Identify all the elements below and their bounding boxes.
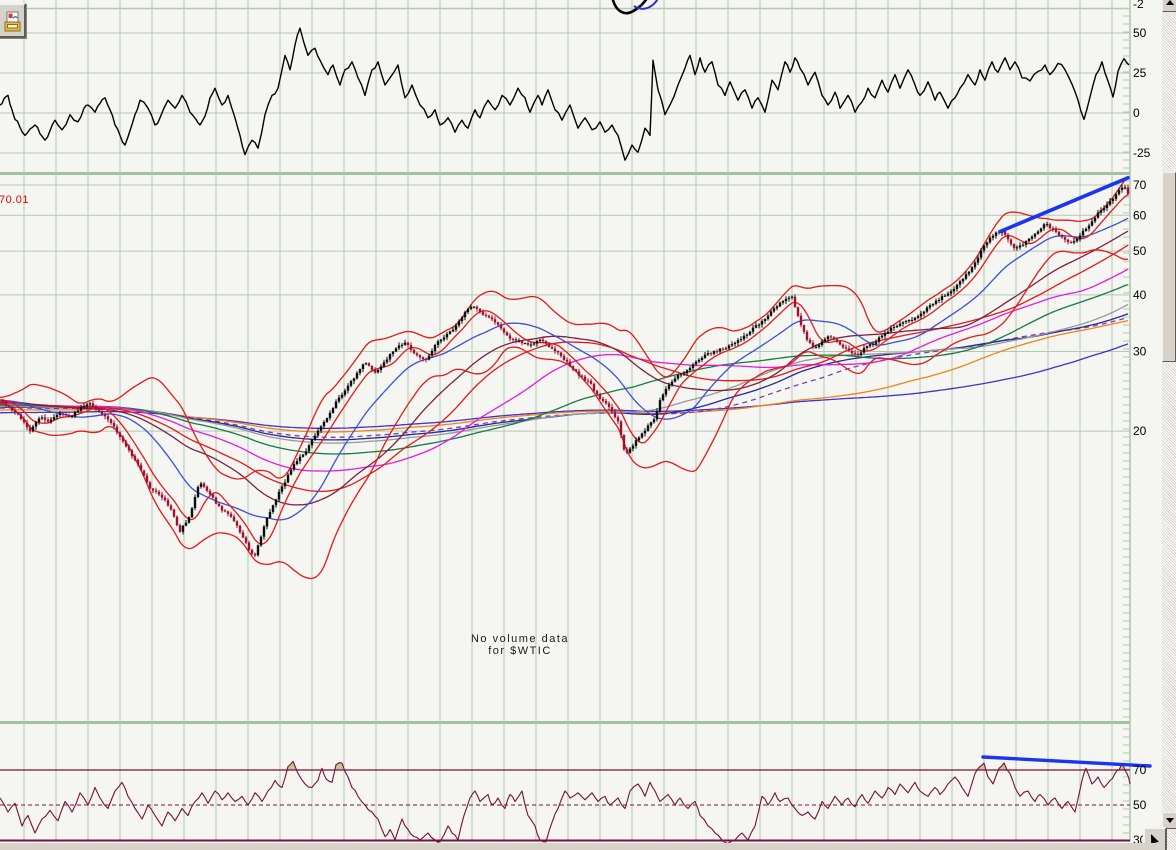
sma-25 <box>0 217 1129 521</box>
bollinger-upper <box>0 177 1129 480</box>
chart-window: -2 50 25 0 -25 70 60 50 40 30 20 70 50 30 70.01 No vo… <box>0 0 1176 850</box>
main-trendline[interactable] <box>998 176 1130 234</box>
chart-canvas: -250250-25706050403020705030 <box>0 0 1152 847</box>
svg-text:40: 40 <box>1133 288 1147 302</box>
scroll-up-button[interactable] <box>1162 0 1176 12</box>
arrow-down-icon <box>1166 818 1174 823</box>
sma-8 <box>0 194 1129 545</box>
svg-text:60: 60 <box>1133 208 1147 222</box>
svg-text:70: 70 <box>1133 763 1147 777</box>
no-volume-line2: for $WTIC <box>488 645 552 657</box>
svg-text:50: 50 <box>1133 798 1147 812</box>
last-price-label: 70.01 <box>0 194 30 206</box>
vertical-scrollbar[interactable] <box>1162 0 1176 850</box>
chart-tool-button[interactable] <box>0 3 26 38</box>
window-bottom-edge <box>0 843 1162 850</box>
svg-text:-25: -25 <box>1133 146 1151 160</box>
svg-text:70: 70 <box>1133 178 1147 192</box>
scrollbar-thumb[interactable] <box>1162 172 1176 362</box>
svg-text:50: 50 <box>1133 244 1147 258</box>
rsi-overbought-fill <box>0 761 1130 770</box>
chart-image-icon <box>4 11 20 31</box>
rsi-levels <box>0 769 1130 842</box>
sma-195 <box>0 316 1129 438</box>
rsi-series <box>0 760 1131 845</box>
sma-165 <box>0 303 1129 444</box>
axis-labels: -250250-25706050403020705030 <box>1133 0 1151 847</box>
no-volume-notice: No volume data for $WTIC <box>420 633 620 657</box>
svg-text:20: 20 <box>1133 424 1147 438</box>
annotation-arc[interactable] <box>611 0 659 15</box>
candlestick-series <box>1 184 1130 558</box>
svg-text:25: 25 <box>1133 66 1147 80</box>
svg-text:30: 30 <box>1133 345 1147 359</box>
axis-label-clipped: -2 <box>1133 0 1144 11</box>
sma-95 <box>0 268 1129 472</box>
arrow-up-icon <box>1166 0 1174 5</box>
top-oscillator-series <box>0 27 1130 161</box>
svg-text:50: 50 <box>1133 26 1147 40</box>
no-volume-line1: No volume data <box>470 633 570 645</box>
svg-text:0: 0 <box>1133 106 1140 120</box>
moving-average-overlays <box>0 177 1129 580</box>
